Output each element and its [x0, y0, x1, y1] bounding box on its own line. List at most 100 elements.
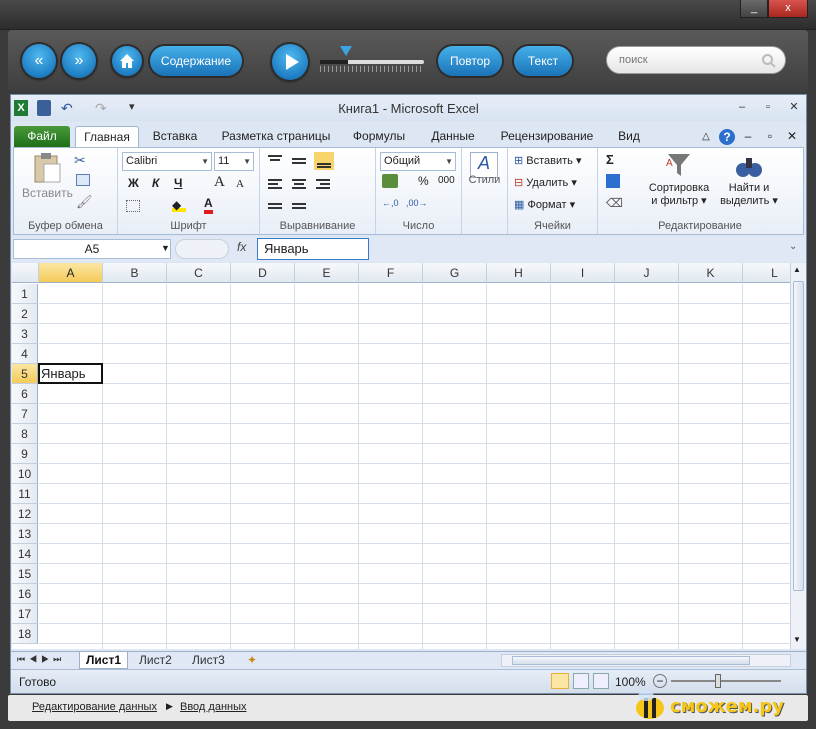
- horizontal-scroll-thumb[interactable]: [512, 656, 750, 665]
- underline-button[interactable]: Ч: [174, 176, 182, 190]
- insert-cells-button[interactable]: ⊞ Вставить ▾: [514, 154, 582, 167]
- cell-area[interactable]: [39, 284, 790, 649]
- row-header-1[interactable]: 1: [12, 284, 38, 304]
- search-input[interactable]: [619, 51, 759, 69]
- clear-icon[interactable]: ⌫: [606, 196, 623, 210]
- page-layout-view-icon[interactable]: [573, 673, 589, 689]
- sheet-tab-1[interactable]: Лист1: [79, 652, 129, 669]
- column-header-A[interactable]: A: [39, 263, 103, 283]
- paste-icon[interactable]: [32, 152, 62, 184]
- zoom-slider[interactable]: [671, 680, 781, 682]
- font-size-select[interactable]: 11 ▼: [214, 152, 254, 171]
- column-header-D[interactable]: D: [231, 263, 295, 283]
- row-header-14[interactable]: 14: [12, 544, 38, 564]
- paste-button[interactable]: Вставить: [22, 186, 73, 200]
- row-header-9[interactable]: 9: [12, 444, 38, 464]
- horizontal-scrollbar[interactable]: [501, 654, 791, 667]
- row-header-12[interactable]: 12: [12, 504, 38, 524]
- row-header-5[interactable]: 5: [12, 364, 38, 384]
- column-header-J[interactable]: J: [615, 263, 679, 283]
- page-break-view-icon[interactable]: [593, 673, 609, 689]
- tab-page-layout[interactable]: Разметка страницы: [217, 126, 335, 147]
- tab-file[interactable]: Файл: [14, 126, 70, 147]
- group-styles[interactable]: A Стили: [462, 148, 508, 234]
- zoom-slider-handle[interactable]: [715, 674, 721, 688]
- breadcrumb-link-editing[interactable]: Редактирование данных: [32, 701, 157, 713]
- tab-view[interactable]: Вид: [611, 126, 647, 147]
- shrink-font-button[interactable]: A: [236, 178, 244, 190]
- column-header-H[interactable]: H: [487, 263, 551, 283]
- normal-view-icon[interactable]: [551, 673, 569, 689]
- column-header-L[interactable]: L: [743, 263, 790, 283]
- sheet-tab-2[interactable]: Лист2: [133, 652, 178, 669]
- copy-icon[interactable]: [76, 174, 90, 186]
- help-icon[interactable]: ?: [719, 129, 735, 145]
- scroll-up-icon[interactable]: ▲: [793, 265, 801, 274]
- new-sheet-icon[interactable]: ✦: [241, 652, 263, 669]
- play-button[interactable]: [272, 44, 308, 80]
- select-all-corner[interactable]: [12, 263, 39, 283]
- row-header-16[interactable]: 16: [12, 584, 38, 604]
- name-box[interactable]: A5: [13, 239, 171, 259]
- format-cells-button[interactable]: ▦ Формат ▾: [514, 198, 575, 211]
- minimize-button[interactable]: _: [740, 0, 768, 18]
- column-header-C[interactable]: C: [167, 263, 231, 283]
- fill-color-icon[interactable]: ◆: [172, 198, 186, 212]
- alignment-icons[interactable]: [266, 152, 366, 214]
- contents-button[interactable]: Содержание: [150, 46, 242, 76]
- format-painter-icon[interactable]: 🖌: [76, 194, 93, 210]
- tab-data[interactable]: Данные: [423, 126, 483, 147]
- doc-minimize-icon[interactable]: –: [741, 126, 755, 147]
- row-header-4[interactable]: 4: [12, 344, 38, 364]
- column-header-E[interactable]: E: [295, 263, 359, 283]
- cut-icon[interactable]: ✂: [74, 152, 86, 169]
- row-header-8[interactable]: 8: [12, 424, 38, 444]
- row-header-6[interactable]: 6: [12, 384, 38, 404]
- search-icon[interactable]: [761, 53, 777, 69]
- row-header-17[interactable]: 17: [12, 604, 38, 624]
- row-header-15[interactable]: 15: [12, 564, 38, 584]
- rewind-button[interactable]: «: [22, 44, 56, 78]
- row-header-3[interactable]: 3: [12, 324, 38, 344]
- excel-close-icon[interactable]: ✕: [787, 101, 801, 113]
- text-button[interactable]: Текст: [514, 46, 572, 76]
- collapse-ribbon-icon[interactable]: △: [699, 126, 713, 147]
- repeat-button[interactable]: Повтор: [438, 46, 502, 76]
- column-header-I[interactable]: I: [551, 263, 615, 283]
- percent-button[interactable]: %: [418, 174, 429, 188]
- name-box-dropdown-icon[interactable]: ▼: [161, 243, 170, 253]
- vertical-scroll-thumb[interactable]: [793, 281, 804, 591]
- column-header-B[interactable]: B: [103, 263, 167, 283]
- breadcrumb-link-input[interactable]: Ввод данных: [180, 701, 247, 713]
- tab-formulas[interactable]: Формулы: [347, 126, 411, 147]
- home-button[interactable]: [112, 46, 142, 76]
- number-format-select[interactable]: Общий ▼: [380, 152, 456, 171]
- progress-slider-handle[interactable]: [340, 46, 352, 56]
- borders-icon[interactable]: [126, 200, 140, 212]
- grow-font-button[interactable]: A: [214, 174, 225, 191]
- column-header-F[interactable]: F: [359, 263, 423, 283]
- bold-button[interactable]: Ж: [128, 176, 139, 190]
- sort-filter-button[interactable]: Сортировка и фильтр ▾: [644, 182, 714, 207]
- excel-maximize-icon[interactable]: ▫: [761, 101, 775, 113]
- font-color-icon[interactable]: A: [204, 196, 213, 214]
- doc-restore-icon[interactable]: ▫: [763, 126, 777, 147]
- doc-close-icon[interactable]: ✕: [785, 126, 799, 147]
- italic-button[interactable]: К: [152, 176, 159, 190]
- row-header-11[interactable]: 11: [12, 484, 38, 504]
- row-header-13[interactable]: 13: [12, 524, 38, 544]
- row-header-2[interactable]: 2: [12, 304, 38, 324]
- fill-icon[interactable]: [606, 174, 620, 188]
- column-header-G[interactable]: G: [423, 263, 487, 283]
- progress-slider[interactable]: [320, 60, 424, 64]
- row-header-10[interactable]: 10: [12, 464, 38, 484]
- decrease-decimal-icon[interactable]: ,00→: [406, 198, 428, 208]
- scroll-down-icon[interactable]: ▼: [793, 635, 801, 644]
- column-header-K[interactable]: K: [679, 263, 743, 283]
- find-select-button[interactable]: Найти и выделить ▾: [716, 182, 782, 207]
- currency-icon[interactable]: [382, 174, 398, 188]
- row-header-18[interactable]: 18: [12, 624, 38, 644]
- close-button[interactable]: x: [768, 0, 808, 18]
- thousands-button[interactable]: 000: [438, 175, 455, 186]
- insert-function-icon[interactable]: fx: [237, 240, 246, 254]
